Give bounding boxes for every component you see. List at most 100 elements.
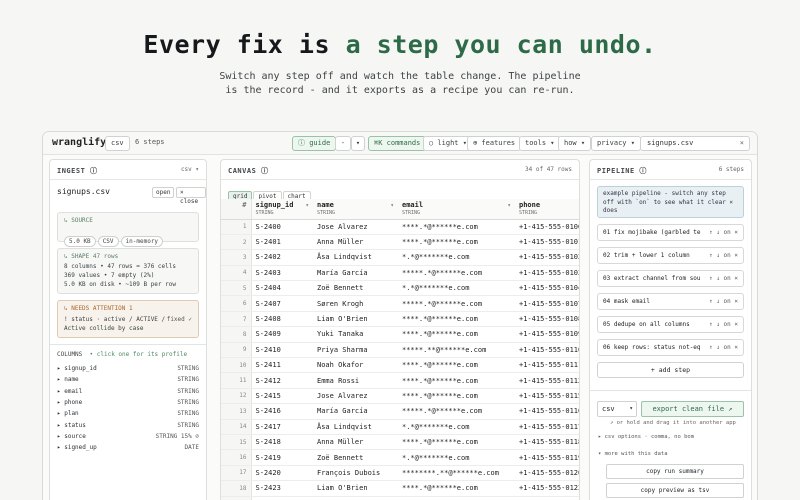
table-cell[interactable]: S-2401 [251, 234, 313, 251]
tools-menu[interactable]: tools ▾ [519, 136, 561, 151]
table-cell[interactable]: +1-415-555-0123 [515, 480, 579, 497]
table-cell[interactable]: S-2400 [251, 219, 313, 235]
table-cell[interactable]: ****.*@******e.com [398, 372, 515, 389]
table-cell[interactable]: *****.*@******e.com [398, 403, 515, 420]
table-cell[interactable]: S-2424 [251, 496, 313, 500]
column-item[interactable]: ▸ signed_up DATE [57, 444, 199, 455]
file-search-input[interactable]: signups.csv × [640, 136, 750, 151]
step-controls[interactable]: ↑ ↓ on × [706, 294, 738, 309]
table-cell[interactable]: *.*@*******e.com [398, 449, 515, 466]
table-cell[interactable]: +1-415-555-0111 [515, 357, 579, 374]
table-cell[interactable]: +1-415-555-0101 [515, 234, 579, 251]
table-cell[interactable]: S-2407 [251, 295, 313, 312]
table-row[interactable]: 10 S-2411 Noah Okafor ****.*@******e.com +1-… [221, 357, 579, 374]
table-cell[interactable]: +1-415-555-0116 [515, 403, 579, 420]
pipeline-step[interactable]: 02 trim + lower 1 column ↑ ↓ on × [597, 247, 744, 264]
csv-options-toggle[interactable]: ▸ csv options · comma, no bom [598, 434, 694, 440]
table-row[interactable]: 16 S-2419 Zoë Bennett *.*@*******e.com +1-41… [221, 449, 579, 466]
table-row[interactable]: 19S-2424Yuki Tanaka****.*@******e.com+1-… [221, 496, 579, 500]
step-controls[interactable]: ↑ ↓ on × [706, 225, 738, 240]
copy-preview-button[interactable]: copy preview as tsv [606, 483, 744, 498]
close-file-button[interactable]: × close [176, 187, 206, 205]
table-row[interactable]: 4 S-2403 María García *****.*@******e.com +1… [221, 265, 579, 282]
theme-light-button[interactable]: ○ light ▾ [423, 136, 473, 151]
table-cell[interactable]: Søren Krogh [313, 295, 398, 312]
table-row[interactable]: 15 S-2418 Anna Müller ****.*@******e.com +1-… [221, 434, 579, 451]
zoom-dropdown[interactable]: ▾ [351, 136, 365, 151]
export-format-select[interactable]: csv ▾ [597, 401, 637, 417]
table-cell[interactable]: S-2409 [251, 326, 313, 343]
table-cell[interactable]: ****.*@******e.com [398, 357, 515, 374]
table-cell[interactable]: S-2416 [251, 403, 313, 420]
table-cell[interactable]: S-2408 [251, 311, 313, 328]
table-row[interactable]: 13 S-2416 María García *****.*@******e.com +… [221, 403, 579, 420]
column-item[interactable]: ▸ name STRING [57, 376, 199, 387]
table-cell[interactable]: Åsa Lindqvist [313, 419, 398, 435]
step-controls[interactable]: ↑ ↓ on × [706, 317, 738, 332]
table-cell[interactable]: S-2419 [251, 449, 313, 466]
add-step-button[interactable]: + add step [597, 362, 744, 378]
table-row[interactable]: 1 S-2400 Jose Alvarez ****.*@******e.com +1-… [221, 219, 579, 235]
table-cell[interactable]: María García [313, 403, 398, 420]
table-cell[interactable]: S-2403 [251, 265, 313, 282]
open-button[interactable]: open [152, 187, 175, 198]
table-cell[interactable]: +1-415-555-0107 [515, 295, 579, 312]
table-cell[interactable]: François Dubois [313, 465, 398, 482]
table-cell[interactable]: Anna Müller [313, 434, 398, 451]
clear-file-icon[interactable]: × [740, 137, 744, 150]
table-cell[interactable]: Yuki Tanaka [313, 326, 398, 343]
table-cell[interactable]: Priya Sharma [313, 342, 398, 359]
table-cell[interactable]: ****.*@******e.com [398, 480, 515, 497]
column-header[interactable]: phone STRING [515, 199, 579, 220]
privacy-menu[interactable]: privacy ▾ [591, 136, 641, 151]
table-cell[interactable]: S-2415 [251, 388, 313, 405]
table-row[interactable]: 14 S-2417 Åsa Lindqvist *.*@*******e.com +1-… [221, 419, 579, 435]
step-controls[interactable]: ↑ ↓ on × [706, 248, 738, 263]
column-item[interactable]: ▸ source STRING 15% ⊘ [57, 433, 199, 444]
table-cell[interactable]: S-2417 [251, 419, 313, 435]
table-row[interactable]: 18 S-2423 Liam O'Brien ****.*@******e.com +1… [221, 480, 579, 497]
table-cell[interactable]: +1-415-555-0100 [515, 219, 579, 235]
column-item[interactable]: ▸ plan STRING [57, 410, 199, 421]
column-item[interactable]: ▸ signup_id STRING [57, 365, 199, 376]
table-cell[interactable]: María García [313, 265, 398, 282]
column-header[interactable]: # [221, 199, 252, 220]
column-menu-icon[interactable]: ▾ [507, 202, 511, 209]
table-cell[interactable]: ****.*@******e.com [398, 234, 515, 251]
table-cell[interactable]: ****.*@******e.com [398, 388, 515, 405]
step-controls[interactable]: ↑ ↓ on × [706, 271, 738, 286]
table-cell[interactable]: Jose Alvarez [313, 388, 398, 405]
table-cell[interactable]: *****.*@******e.com [398, 295, 515, 312]
table-cell[interactable]: S-2404 [251, 280, 313, 297]
table-cell[interactable]: +1-415-555-0124 [515, 496, 579, 500]
column-item[interactable]: ▸ status STRING [57, 422, 199, 433]
table-cell[interactable]: +1-415-555-0109 [515, 326, 579, 343]
table-cell[interactable]: S-2420 [251, 465, 313, 482]
table-cell[interactable]: Zoë Bennett [313, 280, 398, 297]
table-cell[interactable]: ****.*@******e.com [398, 326, 515, 343]
features-button[interactable]: ⊕ features [467, 136, 522, 151]
table-cell[interactable]: +1-415-555-0102 [515, 249, 579, 266]
column-item[interactable]: ▸ email STRING [57, 388, 199, 399]
guide-button[interactable]: ⓘ guide [292, 136, 337, 151]
table-row[interactable]: 17 S-2420 François Dubois ********.**@*****… [221, 465, 579, 482]
table-cell[interactable]: Jose Alvarez [313, 219, 398, 235]
table-cell[interactable]: S-2402 [251, 249, 313, 266]
table-cell[interactable]: +1-415-555-0112 [515, 372, 579, 389]
table-cell[interactable]: +1-415-555-0120 [515, 465, 579, 482]
pipeline-step[interactable]: 01 fix mojibake (garbled te ↑ ↓ on × [597, 224, 744, 241]
column-header[interactable]: name STRING ▾ [313, 199, 398, 220]
table-cell[interactable]: +1-415-555-0103 [515, 265, 579, 282]
pipeline-step[interactable]: 04 mask email ↑ ↓ on × [597, 293, 744, 310]
table-cell[interactable]: +1-415-555-0118 [515, 434, 579, 451]
table-cell[interactable]: Yuki Tanaka [313, 496, 398, 500]
table-cell[interactable]: Emma Rossi [313, 372, 398, 389]
column-header[interactable]: email STRING ▾ [398, 199, 515, 220]
table-row[interactable]: 8 S-2409 Yuki Tanaka ****.*@******e.com +1-4… [221, 326, 579, 343]
table-row[interactable]: 7 S-2408 Liam O'Brien ****.*@******e.com +1-… [221, 311, 579, 328]
table-cell[interactable]: Liam O'Brien [313, 480, 398, 497]
table-cell[interactable]: Zoë Bennett [313, 449, 398, 466]
table-cell[interactable]: +1-415-555-0104 [515, 280, 579, 297]
column-header[interactable]: signup_id STRING ▾ [251, 199, 313, 220]
table-cell[interactable]: ****.*@******e.com [398, 311, 515, 328]
